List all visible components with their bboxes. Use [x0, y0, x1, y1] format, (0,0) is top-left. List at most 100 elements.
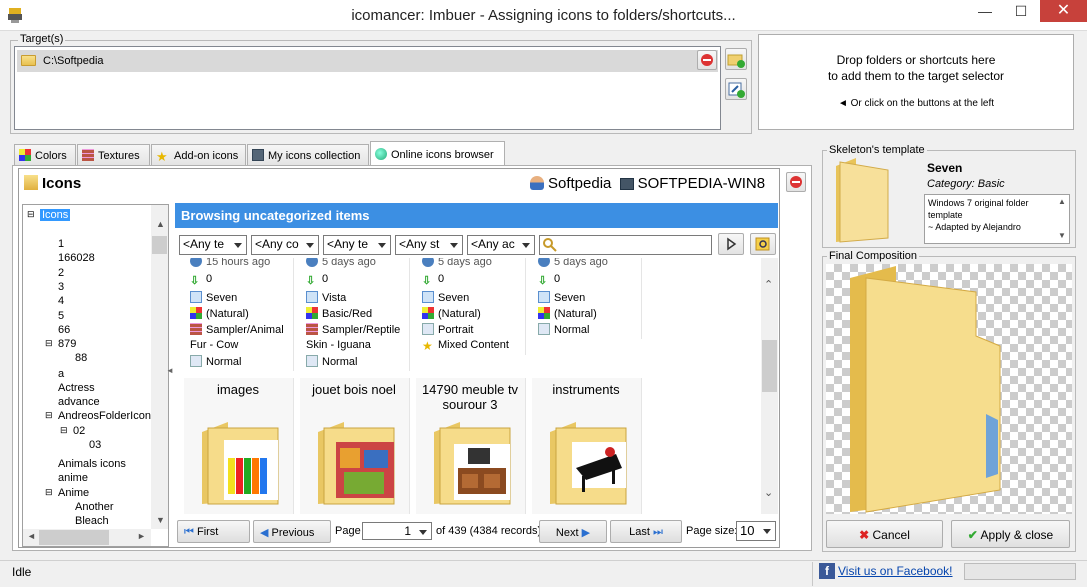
next-page-button[interactable]: Next ▶ [539, 520, 607, 543]
last-page-button[interactable]: Last ⏭ [610, 520, 682, 543]
tree-item[interactable]: 3 [58, 281, 64, 293]
tree-item[interactable]: 2 [58, 267, 64, 279]
tree-item[interactable]: 66 [58, 324, 70, 336]
result-card[interactable]: 14790 meuble tv sourour 3 [416, 378, 526, 514]
status-divider [812, 562, 813, 586]
search-options-button[interactable] [750, 233, 776, 255]
results-vscrollbar[interactable]: ⌃ ⌄ [761, 258, 778, 514]
tab-textures[interactable]: Textures [77, 144, 150, 165]
colors-icon [422, 307, 434, 319]
remove-target-button[interactable] [697, 50, 717, 70]
add-folder-button[interactable] [725, 48, 747, 70]
facebook-icon: f [819, 563, 835, 579]
tree-expand-icon[interactable]: ⊟ [60, 425, 68, 436]
page-size-select[interactable]: 10 [736, 521, 776, 541]
tree-item[interactable]: 166028 [58, 252, 95, 264]
tab-my-icons[interactable]: My icons collection [247, 144, 369, 165]
scroll-right-icon[interactable]: ► [137, 531, 146, 541]
tree-item[interactable]: 03 [89, 439, 101, 451]
filter-select-2[interactable]: <Any co [251, 235, 319, 255]
tree-item[interactable]: Another [75, 501, 114, 513]
previous-page-button[interactable]: ◀ Previous [253, 520, 331, 543]
page-count: of 439 (4384 records) [436, 525, 542, 537]
drop-zone[interactable]: Drop folders or shortcuts here to add th… [758, 34, 1074, 130]
page-select[interactable]: 1 [362, 522, 432, 540]
tree-hscrollbar[interactable]: ◄ ► [23, 529, 151, 546]
logout-button[interactable] [786, 172, 806, 192]
status-progress [964, 563, 1076, 580]
monitor-icon [252, 149, 264, 161]
maximize-button[interactable]: ☐ [1004, 0, 1038, 22]
tree-item[interactable]: Animals icons [58, 458, 126, 470]
result-card[interactable]: jouet bois noel [300, 378, 410, 514]
tree-item[interactable]: advance [58, 396, 100, 408]
facebook-link[interactable]: Visit us on Facebook! [838, 564, 953, 578]
texture-icon [306, 323, 318, 335]
first-page-button[interactable]: ⏮ First [177, 520, 250, 543]
tree-item[interactable]: 02 [73, 425, 85, 437]
filter-select-4[interactable]: <Any st [395, 235, 463, 255]
target-row[interactable]: C:\Softpedia [17, 50, 718, 72]
scroll-left-icon[interactable]: ◄ [27, 531, 36, 541]
result-card[interactable]: 5 days ago ⇩ 0 Seven (Natural) Portrait ★… [416, 258, 526, 355]
tree-root[interactable]: Icons [40, 209, 71, 221]
tree-hscroll-thumb[interactable] [39, 530, 109, 545]
scroll-down-icon[interactable]: ▼ [156, 515, 165, 525]
result-card[interactable]: 15 hours ago ⇩ 0 Seven (Natural) Sampler/… [184, 258, 294, 371]
tab-colors[interactable]: Colors [14, 144, 76, 165]
tree-item[interactable]: AndreosFolderIcons [58, 410, 156, 422]
card-os: Seven [438, 292, 470, 304]
tree-item[interactable]: 5 [58, 310, 64, 322]
cancel-button[interactable]: ✖ Cancel [826, 520, 943, 548]
last-label: Last [629, 526, 650, 538]
search-input[interactable] [539, 235, 712, 255]
tree-item[interactable]: 88 [75, 352, 87, 364]
tree-item[interactable]: Bleach [75, 515, 109, 527]
tree-item[interactable]: 879 [58, 338, 76, 350]
tree-item[interactable]: 1 [58, 238, 64, 250]
tree-item[interactable]: Anime [58, 487, 89, 499]
skeleton-name: Seven [927, 161, 963, 175]
scroll-up-icon[interactable]: ⌃ [764, 278, 773, 291]
tree-expand-icon[interactable]: ⊟ [45, 338, 53, 349]
scroll-down-icon[interactable]: ▼ [1058, 231, 1066, 240]
next-label: Next [555, 527, 579, 539]
card-count: 0 [322, 273, 329, 285]
apply-close-button[interactable]: ✔ Apply & close [951, 520, 1070, 548]
tree-item[interactable]: anime [58, 472, 88, 484]
portrait-icon [422, 323, 434, 335]
tab-addon-icons[interactable]: ★ Add-on icons [151, 144, 246, 165]
first-icon: ⏮ [184, 526, 194, 538]
tree-item[interactable]: Actress [58, 382, 95, 394]
result-card[interactable]: 5 days ago ⇩ 0 Vista Basic/Red Sampler/Re… [300, 258, 410, 371]
splitter-arrow-icon[interactable]: ◄ [166, 366, 174, 375]
colors-icon [190, 307, 202, 319]
scroll-up-icon[interactable]: ▲ [156, 219, 165, 229]
filter-select-3[interactable]: <Any te [323, 235, 391, 255]
first-label: First [196, 526, 219, 538]
result-card[interactable]: instruments [532, 378, 642, 514]
tree-expand-icon[interactable]: ⊟ [27, 209, 35, 220]
scroll-down-icon[interactable]: ⌄ [764, 486, 773, 499]
add-shortcut-button[interactable] [725, 78, 747, 100]
tab-online-label: Online icons browser [391, 149, 494, 161]
search-go-button[interactable] [718, 233, 744, 255]
results-scroll-thumb[interactable] [762, 340, 777, 392]
target-list[interactable]: C:\Softpedia [14, 46, 721, 130]
tree-item[interactable]: a [58, 368, 64, 380]
filter-select-5[interactable]: <Any ac [467, 235, 535, 255]
filter-select-1[interactable]: <Any te [179, 235, 247, 255]
close-button[interactable]: ✕ [1040, 0, 1087, 22]
tree-scroll-thumb[interactable] [152, 236, 167, 254]
minimize-button[interactable]: — [968, 0, 1002, 22]
tree-expand-icon[interactable]: ⊟ [45, 487, 53, 498]
scroll-up-icon[interactable]: ▲ [1058, 197, 1066, 206]
result-card[interactable]: images [184, 378, 294, 514]
result-card[interactable]: 5 days ago ⇩ 0 Seven (Natural) Normal [532, 258, 642, 339]
tree-item[interactable]: 4 [58, 295, 64, 307]
tree-expand-icon[interactable]: ⊟ [45, 410, 53, 421]
drop-hint: ◄ Or click on the buttons at the left [837, 98, 995, 109]
tab-online-browser[interactable]: Online icons browser [370, 141, 505, 166]
download-icon: ⇩ [422, 275, 432, 287]
category-tree[interactable]: ⊟ Icons 1 166028 2 3 4 5 66 ⊟ 879 88 a A… [22, 204, 169, 547]
